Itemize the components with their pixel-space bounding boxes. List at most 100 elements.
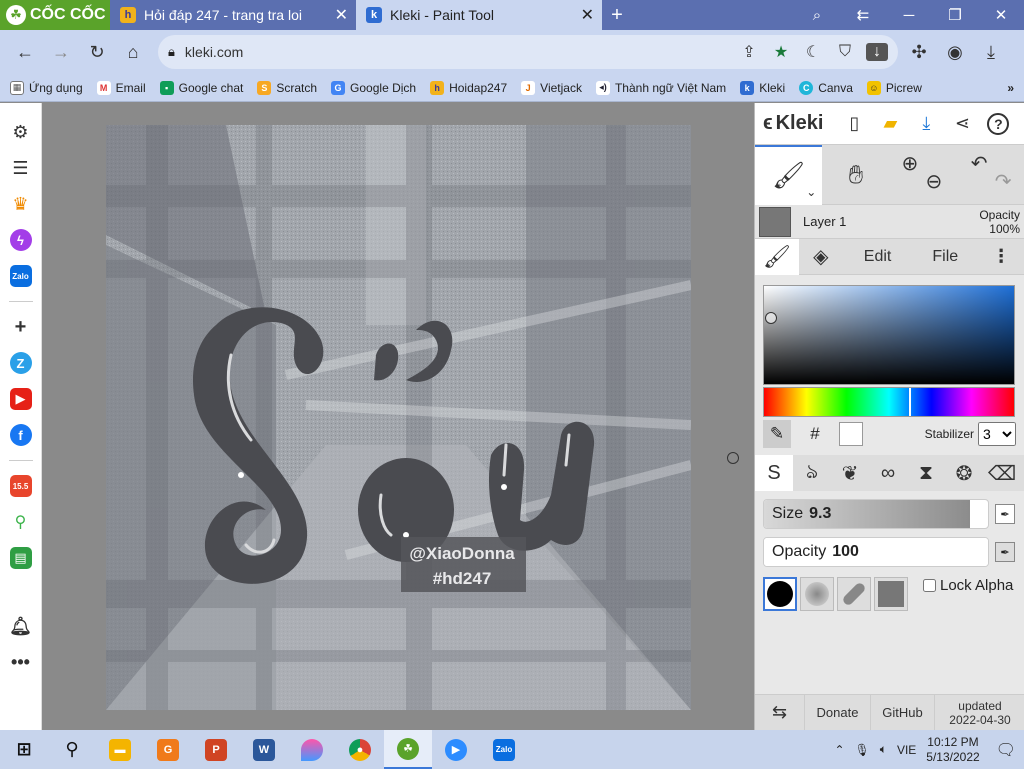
more-menu-icon[interactable]: ⋮	[978, 239, 1024, 275]
downloads-icon[interactable]: ⤓	[976, 37, 1006, 67]
chemy-brush-icon[interactable]: ⧗	[907, 455, 945, 491]
messenger-icon[interactable]: ϟ	[9, 229, 32, 251]
eraser-icon[interactable]: ⌫	[983, 455, 1021, 491]
sketchy-brush-icon[interactable]: ❦	[831, 455, 869, 491]
more-options-icon[interactable]: •••	[10, 651, 32, 673]
input-language[interactable]: VIE	[897, 743, 916, 757]
opacity-pen-pressure-icon[interactable]: ✒	[995, 542, 1015, 562]
bookmark-vietjack[interactable]: J Vietjack	[521, 80, 582, 95]
tab-layers[interactable]: ◈	[799, 239, 843, 275]
notification-center-icon[interactable]: 🗨︎	[996, 740, 1016, 760]
tab-brush[interactable]: 🖌︎	[755, 238, 799, 275]
profile-icon[interactable]: ◉	[940, 37, 970, 67]
coccoc-menu-button[interactable]: ☘ CỐC CỐC	[0, 0, 110, 30]
clock[interactable]: 10:12 PM 5/13/2022	[926, 735, 979, 765]
word-button[interactable]: W	[240, 730, 288, 769]
save-download-icon[interactable]: ⤓	[915, 113, 937, 135]
bookmark-thanh-ngu[interactable]: ◂) Thành ngữ Việt Nam	[595, 80, 726, 95]
volume-icon[interactable]: 🔈︎	[880, 742, 887, 757]
add-app-icon[interactable]: +	[10, 316, 32, 338]
hue-slider-marker[interactable]	[909, 388, 911, 416]
search-tabs-icon[interactable]: ⌕	[794, 0, 840, 30]
blend-brush-icon[interactable]: ঌ	[793, 455, 831, 491]
microphone-icon[interactable]: 🎙︎	[855, 743, 870, 757]
color-picker-cursor[interactable]	[765, 312, 777, 324]
bookmark-google-chat[interactable]: ▪ Google chat	[159, 80, 243, 95]
settings-gear-icon[interactable]: ⚙	[10, 121, 32, 143]
powerpoint-button[interactable]: P	[192, 730, 240, 769]
back-icon[interactable]: ←	[10, 37, 40, 67]
lock-alpha-checkbox[interactable]: Lock Alpha	[923, 577, 1013, 594]
shopping-sale-icon[interactable]: 15.5	[9, 475, 32, 497]
bookmark-hoidap247[interactable]: h Hoidap247	[430, 80, 507, 95]
paint-3d-button[interactable]	[288, 730, 336, 769]
github-link[interactable]: GitHub	[871, 694, 935, 731]
smudge-brush-icon[interactable]: ❂	[945, 455, 983, 491]
home-icon[interactable]: ⌂	[118, 37, 148, 67]
eyedropper-icon[interactable]: ✎	[763, 420, 791, 448]
shield-icon[interactable]: ⛉	[834, 43, 856, 61]
zalo-app-button[interactable]: Zalo	[480, 730, 528, 769]
tab-list-icon[interactable]: ⇇	[840, 0, 886, 30]
bookmark-scratch[interactable]: S Scratch	[257, 80, 317, 95]
tab-file[interactable]: File	[912, 239, 978, 275]
url-text[interactable]: kleki.com	[185, 44, 728, 60]
secondary-color-swatch[interactable]	[839, 422, 863, 446]
tray-expand-icon[interactable]: ⌃	[834, 743, 844, 757]
coccoc-taskbar-button[interactable]: ☘	[384, 730, 432, 769]
pdf-app-button[interactable]: G	[144, 730, 192, 769]
size-slider[interactable]: Size 9.3	[763, 499, 989, 529]
new-image-icon[interactable]: ▯	[843, 113, 865, 135]
tab-edit[interactable]: Edit	[843, 239, 913, 275]
chrome-button[interactable]: ●	[336, 730, 384, 769]
zalo-icon[interactable]: Zalo	[9, 265, 32, 287]
youtube-icon[interactable]: ▶	[9, 388, 32, 410]
bookmark-star-icon[interactable]: ★	[770, 42, 792, 62]
size-pen-pressure-icon[interactable]: ✒	[995, 504, 1015, 524]
preset-marker[interactable]	[837, 577, 871, 611]
swap-side-icon[interactable]: ⇆	[755, 694, 805, 731]
notification-bell-icon[interactable]: 🔔︎	[9, 615, 32, 637]
bookmark-canva[interactable]: C Canva	[799, 80, 853, 95]
zoom-out-icon[interactable]: ⊖	[926, 169, 943, 194]
bookmark-apps[interactable]: ▦ Ứng dụng	[10, 80, 83, 95]
bookmarks-overflow-icon[interactable]: »	[1007, 81, 1014, 95]
spreadsheet-icon[interactable]: ▤	[9, 547, 32, 569]
zalo-z-icon[interactable]: Z	[9, 352, 32, 374]
pixel-brush-icon[interactable]: ∞	[869, 455, 907, 491]
address-bar[interactable]: 🔒︎ kleki.com ⇪ ★ ☾ ⛉ ↓	[158, 35, 898, 69]
bookmark-kleki[interactable]: k Kleki	[740, 80, 785, 95]
layer-row[interactable]: Layer 1 Opacity 100%	[755, 205, 1024, 239]
close-tab-icon[interactable]: ✕	[335, 5, 348, 25]
maps-pin-icon[interactable]: ⚲	[9, 511, 32, 533]
hue-slider[interactable]	[763, 387, 1015, 417]
download-video-icon[interactable]: ↓	[866, 43, 888, 61]
crown-icon[interactable]: ♛	[10, 193, 32, 215]
hex-input-button[interactable]: #	[801, 420, 829, 448]
preset-hard-round[interactable]	[763, 577, 797, 611]
donate-link[interactable]: Donate	[805, 694, 871, 731]
hand-tool-button[interactable]: ✋︎	[822, 145, 889, 205]
bookmark-picrew[interactable]: ☺ Picrew	[866, 80, 922, 95]
close-tab-icon[interactable]: ✕	[581, 5, 594, 25]
minimize-icon[interactable]: ─	[886, 0, 932, 30]
zoom-in-icon[interactable]: ⊕	[902, 151, 919, 176]
restore-icon[interactable]: ❐	[932, 0, 978, 30]
undo-icon[interactable]: ↶	[971, 151, 988, 176]
preset-soft-round[interactable]	[800, 577, 834, 611]
preset-square[interactable]	[874, 577, 908, 611]
extensions-icon[interactable]: ✣	[904, 37, 934, 67]
zoom-app-button[interactable]: ▶	[432, 730, 480, 769]
opacity-slider[interactable]: Opacity 100	[763, 537, 989, 567]
new-tab-button[interactable]: +	[602, 0, 632, 30]
color-saturation-picker[interactable]	[763, 285, 1015, 385]
canvas-workspace[interactable]: @XiaoDonna #hd247	[43, 103, 754, 730]
tab-kleki[interactable]: k Kleki - Paint Tool ✕	[356, 0, 602, 30]
dark-mode-icon[interactable]: ☾	[802, 42, 824, 62]
file-explorer-button[interactable]: ▬	[96, 730, 144, 769]
close-window-icon[interactable]: ✕	[978, 0, 1024, 30]
facebook-icon[interactable]: f	[9, 424, 32, 446]
bookmark-google-translate[interactable]: G Google Dịch	[331, 80, 416, 95]
brush-tool-button[interactable]: 🖌︎ ⌄	[755, 144, 823, 205]
pen-brush-icon[interactable]: S	[755, 455, 793, 491]
